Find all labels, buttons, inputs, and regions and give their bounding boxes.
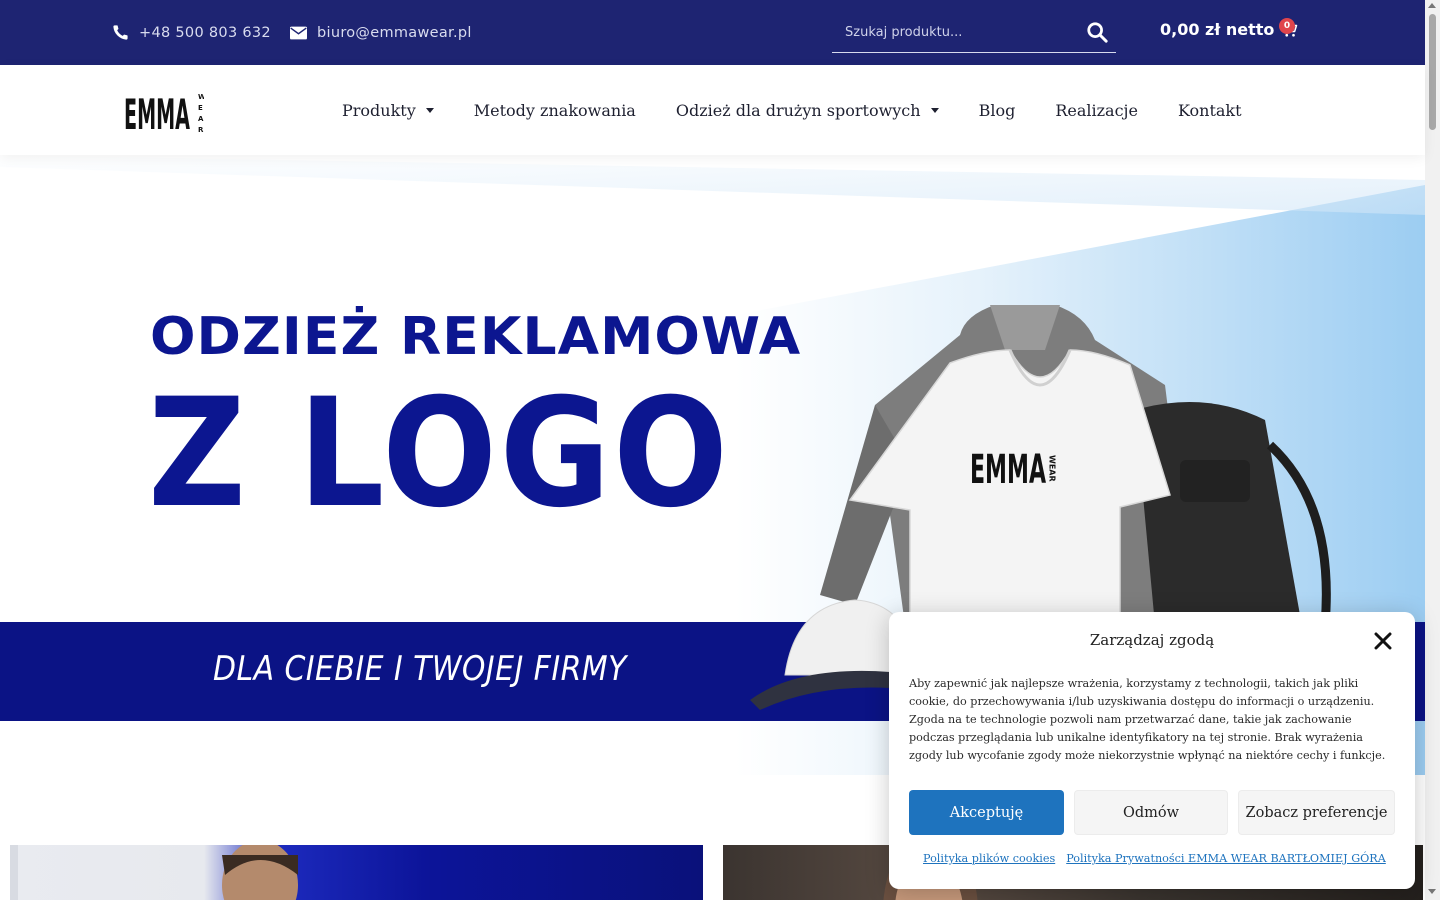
nav-label: Kontakt	[1177, 100, 1242, 120]
caret-down-icon	[930, 107, 939, 113]
search-icon[interactable]	[1086, 21, 1108, 43]
cart-count-badge: 0	[1279, 18, 1295, 34]
svg-text:E: E	[198, 104, 203, 112]
caret-down-icon	[425, 107, 434, 113]
scroll-down-arrow-icon[interactable]	[1428, 889, 1436, 894]
hero-heading-line1: ODZIEŻ REKLAMOWA	[150, 307, 802, 367]
hero-heading-line2: Z LOGO	[148, 367, 731, 541]
nav-item-blog[interactable]: Blog	[979, 101, 1016, 120]
scrollbar-thumb[interactable]	[1429, 14, 1436, 130]
main-navigation: Produkty Metody znakowania Odzież dla dr…	[342, 65, 1282, 155]
email-contact[interactable]: biuro@emmawear.pl	[290, 0, 472, 65]
consent-description: Aby zapewnić jak najlepsze wrażenia, kor…	[909, 677, 1386, 762]
product-search	[832, 12, 1116, 53]
svg-text:W: W	[198, 93, 204, 101]
nav-label: Metody znakowania	[473, 100, 636, 120]
cookie-policy-link[interactable]: Polityka plików cookies	[923, 852, 1055, 865]
close-icon[interactable]	[1374, 632, 1392, 650]
category-card-1[interactable]	[10, 845, 703, 900]
phone-number: +48 500 803 632	[139, 24, 271, 41]
main-header: EMMA W E A R Produkty Metody znakowania …	[0, 65, 1425, 155]
accept-button[interactable]: Akceptuję	[909, 790, 1064, 835]
cart-summary[interactable]: 0,00 zł netto	[1160, 20, 1298, 39]
tshirt-logo-sub: WEAR	[1048, 455, 1057, 482]
nav-item-metody-znakowania[interactable]: Metody znakowania	[474, 101, 636, 120]
svg-text:R: R	[198, 126, 204, 134]
envelope-icon	[290, 26, 307, 39]
hero-tagline: DLA CIEBIE I TWOJEJ FIRMY	[213, 649, 627, 689]
emma-wear-logo[interactable]: EMMA W E A R	[124, 87, 204, 135]
page-scrollbar[interactable]	[1425, 0, 1440, 900]
card1-portrait	[10, 845, 298, 900]
nav-label: Odzież dla drużyn sportowych	[675, 100, 921, 120]
svg-text:EMMA: EMMA	[124, 90, 190, 135]
cookie-consent-dialog: Zarządzaj zgodą Aby zapewnić jak najleps…	[889, 612, 1415, 889]
tshirt-logo: EMMA	[970, 447, 1046, 493]
consent-links: Polityka plików cookies Polityka Prywatn…	[923, 852, 1397, 865]
nav-item-kontakt[interactable]: Kontakt	[1178, 101, 1242, 120]
nav-label: Produkty	[342, 100, 416, 120]
nav-item-odziez-dla-druzyn[interactable]: Odzież dla drużyn sportowych	[676, 101, 939, 120]
nav-label: Blog	[978, 100, 1016, 120]
top-bar: +48 500 803 632 biuro@emmawear.pl 0,00 z…	[0, 0, 1425, 65]
deny-button[interactable]: Odmów	[1074, 790, 1228, 835]
svg-text:A: A	[198, 115, 204, 123]
nav-item-produkty[interactable]: Produkty	[342, 101, 434, 120]
search-input[interactable]	[832, 24, 1072, 40]
phone-contact[interactable]: +48 500 803 632	[112, 0, 271, 65]
scroll-up-arrow-icon[interactable]	[1428, 3, 1436, 8]
backpack-shape	[1135, 402, 1300, 625]
privacy-policy-link[interactable]: Polityka Prywatności EMMA WEAR BARTŁOMIE…	[1066, 852, 1386, 865]
consent-title: Zarządzaj zgodą	[1089, 631, 1215, 649]
nav-label: Realizacje	[1055, 100, 1138, 120]
cart-total: 0,00 zł netto	[1160, 20, 1275, 39]
email-address: biuro@emmawear.pl	[317, 24, 472, 41]
nav-item-realizacje[interactable]: Realizacje	[1055, 101, 1138, 120]
preferences-button[interactable]: Zobacz preferencje	[1238, 790, 1395, 835]
phone-icon	[113, 25, 128, 40]
